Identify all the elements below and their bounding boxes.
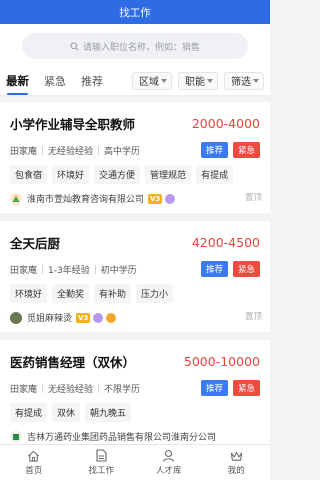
tab-urgent[interactable]: 紧急 [44, 66, 66, 96]
job-location: 田家庵 [10, 146, 38, 157]
job-location: 田家庵 [10, 265, 38, 276]
job-card[interactable]: 全天后厨 4200-4500 田家庵 1-3年经验 初中学历 推荐 紧急 环境好… [0, 221, 270, 332]
job-tags: 包食宿 环境好 交通方便 管理规范 有提成 [10, 165, 260, 184]
recommend-badge: 推荐 [200, 380, 228, 396]
job-education: 初中学历 [100, 265, 137, 276]
job-location: 田家庵 [10, 384, 38, 395]
filter-group: 区域 职能 筛选 [132, 71, 264, 90]
job-salary: 2000-4000 [191, 116, 260, 131]
company-name: 觅姐麻辣烫 [27, 314, 73, 324]
job-experience: 无经验经验 [48, 146, 94, 157]
nav-label: 我的 [227, 465, 245, 476]
job-tags: 环境好 全勤奖 有补助 压力小 [10, 284, 260, 303]
vip-level-badge: V3 [148, 193, 163, 204]
job-tags: 有提成 双休 朝九晚五 [10, 403, 260, 422]
filter-label: 职能 [185, 77, 205, 88]
filter-function[interactable]: 职能 [178, 71, 218, 90]
dropdown-arrow-icon [253, 79, 259, 83]
job-education: 高中学历 [104, 146, 141, 157]
page-title: 找工作 [119, 6, 151, 19]
nav-jobs[interactable]: 找工作 [68, 445, 136, 480]
bottom-nav: 首页 找工作 人才库 我的 [0, 444, 270, 480]
job-tag: 环境好 [52, 165, 90, 184]
company-logo-icon [10, 311, 22, 324]
shield-icon [106, 312, 117, 323]
pinned-label: 置顶 [244, 312, 262, 322]
job-list: 小学作业辅导全职教师 2000-4000 田家庵 无经验经验 高中学历 推荐 紧… [0, 96, 270, 464]
job-salary: 4200-4500 [191, 235, 260, 250]
job-experience: 无经验经验 [48, 384, 94, 395]
job-tag: 有提成 [10, 403, 48, 422]
job-education: 不限学历 [104, 384, 141, 395]
company-name: 淮南市萱灿教育咨询有限公司 [27, 195, 145, 205]
company-name: 吉林万通药业集团药品销售有限公司淮南分公司 [27, 433, 217, 443]
job-title: 医药销售经理（双休） [10, 355, 136, 370]
job-title: 小学作业辅导全职教师 [10, 117, 136, 132]
job-tag: 有提成 [196, 165, 234, 184]
search-placeholder: 请输入职位名称，例如：销售 [82, 42, 200, 53]
pinned-label: 置顶 [244, 193, 262, 203]
home-icon [28, 450, 40, 462]
urgent-badge: 紧急 [232, 261, 260, 277]
tab-label: 最新 [6, 73, 29, 88]
job-tag: 交通方便 [94, 165, 141, 184]
company-logo-icon [10, 192, 22, 205]
certified-icon [165, 193, 176, 204]
search-icon [70, 41, 79, 51]
filter-label: 筛选 [231, 77, 251, 88]
certified-icon [93, 312, 104, 323]
vip-level-badge: V3 [76, 312, 91, 323]
nav-label: 找工作 [88, 466, 114, 476]
document-icon [96, 449, 107, 462]
nav-label: 首页 [25, 465, 43, 476]
recommend-badge: 推荐 [200, 261, 228, 277]
tab-latest[interactable]: 最新 [6, 66, 29, 96]
urgent-badge: 紧急 [232, 380, 260, 396]
job-tag: 包食宿 [10, 165, 48, 184]
urgent-badge: 紧急 [232, 142, 260, 158]
job-tag: 有补助 [94, 284, 132, 303]
job-tag: 压力小 [136, 284, 174, 303]
nav-mine[interactable]: 我的 [203, 445, 271, 480]
tab-label: 紧急 [44, 74, 66, 88]
job-card[interactable]: 小学作业辅导全职教师 2000-4000 田家庵 无经验经验 高中学历 推荐 紧… [0, 102, 270, 213]
crown-icon [230, 451, 242, 461]
job-tag: 环境好 [10, 284, 48, 303]
company-logo-icon [10, 430, 22, 443]
job-salary: 5000-10000 [183, 354, 260, 369]
search-area: 请输入职位名称，例如：销售 [0, 24, 270, 66]
dropdown-arrow-icon [161, 79, 167, 83]
filter-label: 区域 [139, 77, 159, 88]
tabs-row: 最新 紧急 推荐 区域 职能 筛选 [0, 66, 270, 96]
dropdown-arrow-icon [207, 79, 213, 83]
top-bar: 找工作 [0, 0, 270, 24]
filter-more[interactable]: 筛选 [224, 71, 264, 90]
job-tag: 朝九晚五 [85, 403, 132, 422]
filter-area[interactable]: 区域 [132, 71, 172, 90]
job-title: 全天后厨 [10, 236, 61, 251]
job-tag: 全勤奖 [52, 284, 90, 303]
job-experience: 1-3年经验 [48, 265, 90, 276]
nav-talent[interactable]: 人才库 [135, 445, 203, 480]
job-tag: 管理规范 [145, 165, 192, 184]
search-input[interactable]: 请输入职位名称，例如：销售 [22, 33, 248, 59]
nav-home[interactable]: 首页 [0, 445, 68, 480]
nav-label: 人才库 [155, 466, 182, 476]
recommend-badge: 推荐 [200, 142, 228, 158]
tab-label: 推荐 [81, 74, 103, 88]
tab-recommended[interactable]: 推荐 [81, 66, 103, 96]
person-icon [163, 449, 175, 462]
job-tag: 双休 [52, 403, 81, 422]
